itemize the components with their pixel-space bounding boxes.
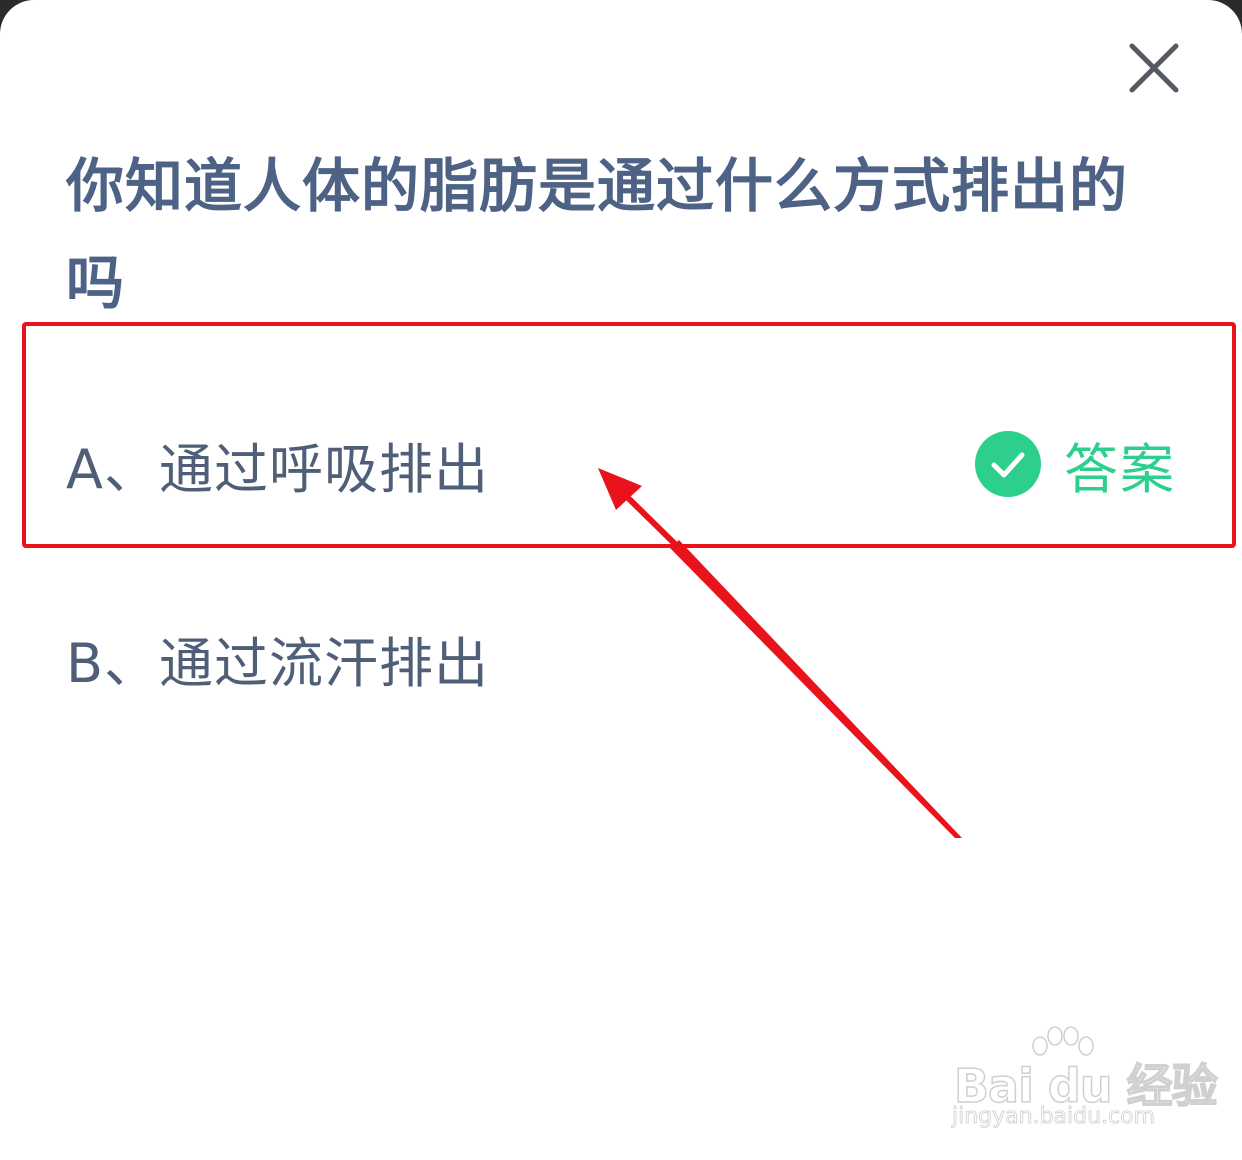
check-circle-icon — [975, 431, 1041, 497]
answer-label: 答案 — [1064, 437, 1176, 501]
watermark-logo: Bai du 经验 — [953, 1058, 1218, 1114]
option-a-label: A、通过呼吸排出 — [66, 437, 489, 501]
baidu-jingyan-watermark: Bai du 经验 jingyan.baidu.com — [950, 1020, 1218, 1140]
close-button[interactable] — [1120, 34, 1188, 102]
answer-tag: 答案 — [974, 426, 1176, 502]
question-title: 你知道人体的脂肪是通过什么方式排出的吗 — [66, 152, 1129, 317]
option-b-label: B、通过流汗排出 — [66, 631, 490, 695]
close-icon — [1129, 43, 1179, 93]
option-a[interactable]: A、通过呼吸排出 答案 — [66, 424, 1176, 504]
quiz-dialog: 你知道人体的脂肪是通过什么方式排出的吗 A、通过呼吸排出 答案 B、通过流汗排出… — [0, 0, 1242, 1160]
option-b[interactable]: B、通过流汗排出 — [66, 618, 1176, 698]
paw-icon — [1032, 1026, 1094, 1056]
watermark-url: jingyan.baidu.com — [952, 1104, 1156, 1130]
